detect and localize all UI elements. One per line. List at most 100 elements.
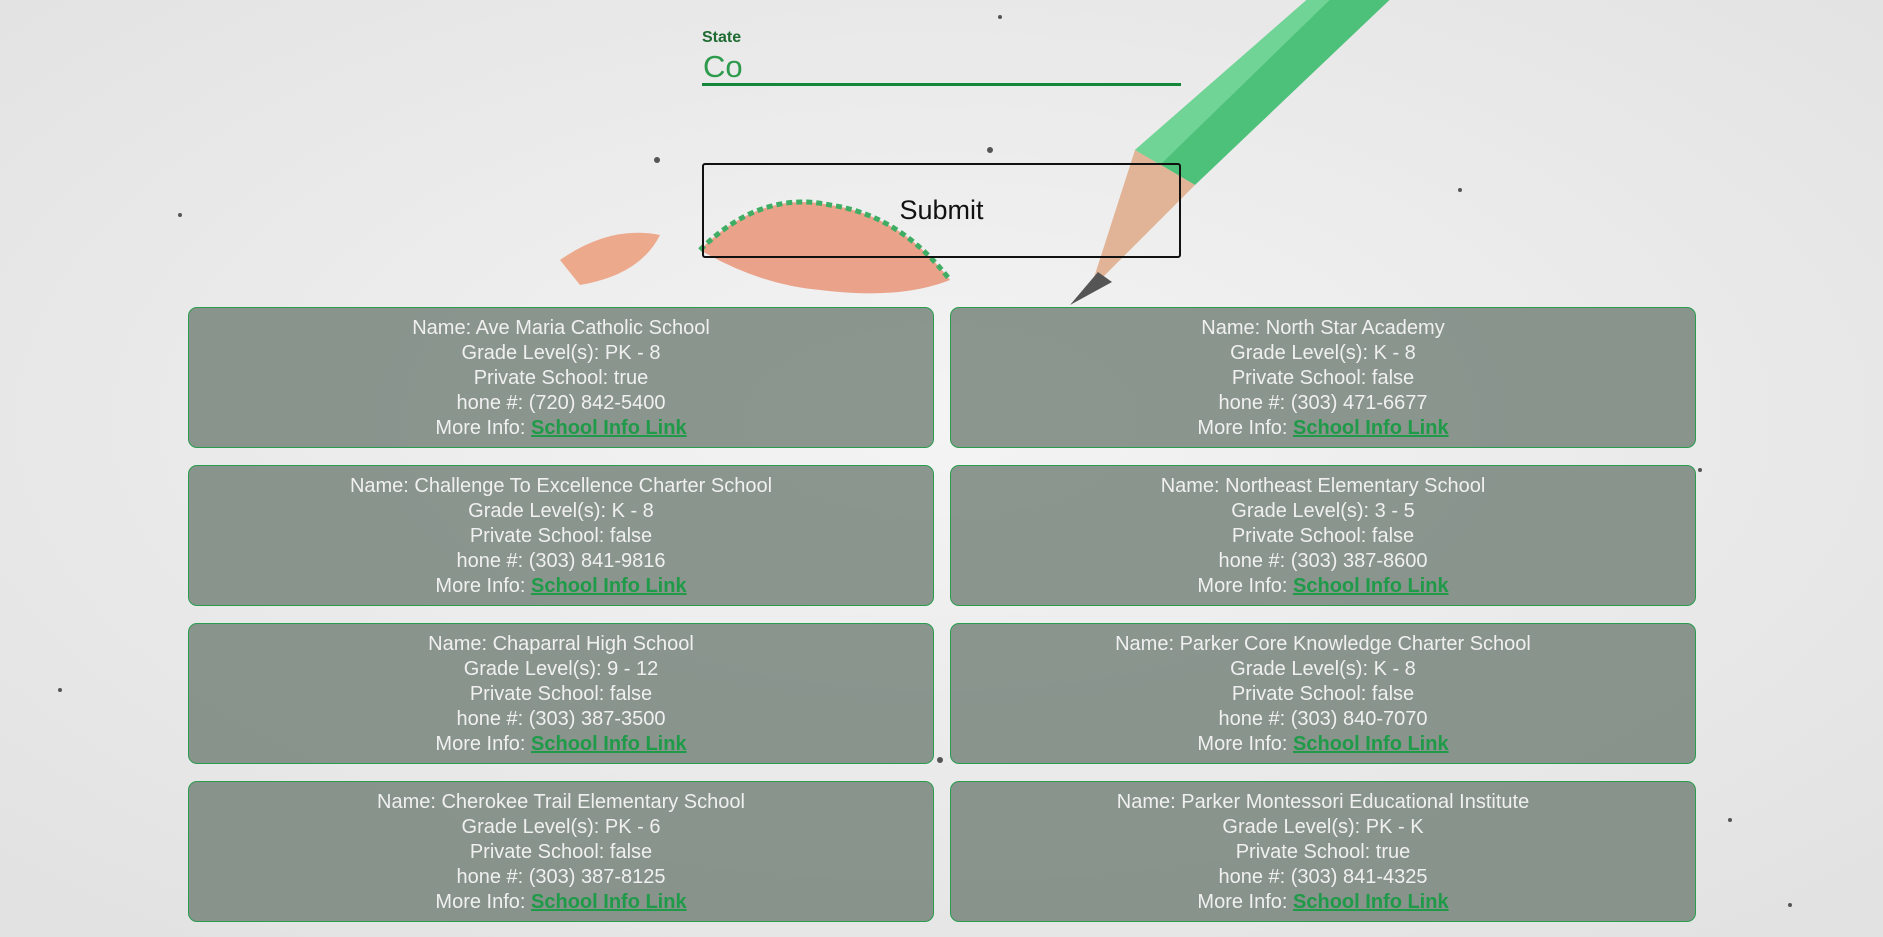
school-card: Name: Chaparral High School Grade Level(…: [188, 623, 934, 764]
phone-line: hone #: (303) 387-8125: [189, 865, 933, 890]
school-name-line: Name: Parker Montessori Educational Inst…: [951, 790, 1695, 815]
private-line: Private School: false: [951, 524, 1695, 549]
name-label: Name:: [1201, 317, 1266, 339]
state-field: State: [702, 28, 1181, 86]
grade-label: Grade Level(s):: [1231, 500, 1375, 522]
private-line: Private School: false: [189, 840, 933, 865]
phone-label: hone #:: [456, 550, 529, 572]
school-name: Parker Montessori Educational Institute: [1181, 791, 1530, 813]
grade-line: Grade Level(s): PK - 8: [189, 341, 933, 366]
private-line: Private School: true: [951, 840, 1695, 865]
phone-line: hone #: (303) 387-3500: [189, 707, 933, 732]
school-name: Cherokee Trail Elementary School: [441, 791, 745, 813]
grade-value: 3 - 5: [1374, 500, 1415, 522]
phone-line: hone #: (303) 841-4325: [951, 865, 1695, 890]
school-name-line: Name: Chaparral High School: [189, 632, 933, 657]
phone-label: hone #:: [456, 392, 529, 414]
grade-value: K - 8: [1373, 658, 1416, 680]
private-value: false: [609, 683, 653, 705]
private-label: Private School:: [469, 683, 610, 705]
name-label: Name:: [349, 475, 415, 497]
name-label: Name:: [428, 633, 493, 655]
phone-line: hone #: (303) 840-7070: [951, 707, 1695, 732]
grade-line: Grade Level(s): K - 8: [951, 657, 1695, 682]
school-card: Name: Parker Montessori Educational Inst…: [950, 781, 1696, 922]
school-info-link[interactable]: School Info Link: [1293, 733, 1449, 755]
school-info-link[interactable]: School Info Link: [531, 575, 687, 597]
private-label: Private School:: [473, 367, 614, 389]
private-line: Private School: true: [189, 366, 933, 391]
more-info-label: More Info:: [1197, 891, 1294, 913]
phone-value: (303) 387-8600: [1290, 550, 1428, 572]
school-name-line: Name: Parker Core Knowledge Charter Scho…: [951, 632, 1695, 657]
phone-value: (303) 471-6677: [1290, 392, 1428, 414]
name-label: Name:: [412, 317, 476, 339]
grade-label: Grade Level(s):: [468, 500, 612, 522]
grade-line: Grade Level(s): K - 8: [189, 499, 933, 524]
grade-value: K - 8: [611, 500, 654, 522]
private-label: Private School:: [1235, 841, 1376, 863]
grade-label: Grade Level(s):: [461, 816, 605, 838]
school-name: Northeast Elementary School: [1225, 475, 1486, 497]
phone-value: (303) 387-8125: [528, 866, 666, 888]
school-name: Chaparral High School: [492, 633, 694, 655]
grade-line: Grade Level(s): PK - 6: [189, 815, 933, 840]
private-value: false: [609, 841, 653, 863]
school-card: Name: Ave Maria Catholic School Grade Le…: [188, 307, 934, 448]
school-name: Parker Core Knowledge Charter School: [1179, 633, 1531, 655]
school-name-line: Name: Ave Maria Catholic School: [189, 316, 933, 341]
grade-line: Grade Level(s): 9 - 12: [189, 657, 933, 682]
grade-value: PK - 6: [604, 816, 661, 838]
school-name-line: Name: Challenge To Excellence Charter Sc…: [189, 474, 933, 499]
more-info-line: More Info: School Info Link: [951, 732, 1695, 757]
submit-button[interactable]: Submit: [702, 163, 1181, 258]
phone-line: hone #: (303) 387-8600: [951, 549, 1695, 574]
school-card: Name: Cherokee Trail Elementary School G…: [188, 781, 934, 922]
phone-value: (303) 841-4325: [1290, 866, 1428, 888]
school-name: Challenge To Excellence Charter School: [414, 475, 773, 497]
more-info-line: More Info: School Info Link: [189, 416, 933, 441]
private-label: Private School:: [1231, 367, 1372, 389]
private-label: Private School:: [469, 525, 610, 547]
more-info-label: More Info:: [1197, 575, 1294, 597]
private-value: false: [1371, 683, 1415, 705]
more-info-label: More Info:: [435, 891, 532, 913]
private-line: Private School: false: [189, 524, 933, 549]
private-line: Private School: false: [951, 682, 1695, 707]
school-info-link[interactable]: School Info Link: [1293, 891, 1449, 913]
phone-value: (303) 387-3500: [528, 708, 666, 730]
phone-line: hone #: (303) 471-6677: [951, 391, 1695, 416]
state-input[interactable]: [702, 50, 1181, 86]
school-info-link[interactable]: School Info Link: [531, 733, 687, 755]
name-label: Name:: [377, 791, 442, 813]
grade-label: Grade Level(s):: [1222, 816, 1366, 838]
school-info-link[interactable]: School Info Link: [531, 417, 687, 439]
school-info-link[interactable]: School Info Link: [531, 891, 687, 913]
state-label: State: [702, 29, 742, 46]
phone-label: hone #:: [456, 708, 529, 730]
school-info-link[interactable]: School Info Link: [1293, 417, 1449, 439]
more-info-label: More Info:: [435, 575, 532, 597]
school-name-line: Name: Cherokee Trail Elementary School: [189, 790, 933, 815]
name-label: Name:: [1116, 791, 1182, 813]
grade-line: Grade Level(s): K - 8: [951, 341, 1695, 366]
more-info-label: More Info:: [435, 417, 532, 439]
name-label: Name:: [1115, 633, 1180, 655]
school-info-link[interactable]: School Info Link: [1293, 575, 1449, 597]
more-info-label: More Info:: [435, 733, 532, 755]
more-info-line: More Info: School Info Link: [189, 574, 933, 599]
more-info-label: More Info:: [1197, 417, 1294, 439]
phone-label: hone #:: [1218, 392, 1291, 414]
private-label: Private School:: [469, 841, 610, 863]
name-label: Name:: [1160, 475, 1226, 497]
school-name: North Star Academy: [1265, 317, 1445, 339]
private-label: Private School:: [1231, 683, 1372, 705]
school-name-line: Name: North Star Academy: [951, 316, 1695, 341]
more-info-line: More Info: School Info Link: [951, 416, 1695, 441]
private-value: false: [1371, 367, 1415, 389]
phone-label: hone #:: [456, 866, 529, 888]
more-info-line: More Info: School Info Link: [189, 732, 933, 757]
phone-label: hone #:: [1218, 866, 1291, 888]
school-card: Name: Northeast Elementary School Grade …: [950, 465, 1696, 606]
phone-label: hone #:: [1218, 550, 1291, 572]
